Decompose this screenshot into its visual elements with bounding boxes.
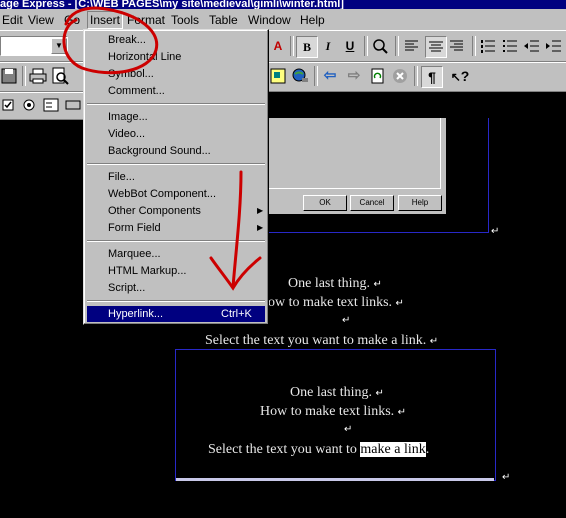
menu-item-html-markup[interactable]: HTML Markup... xyxy=(87,263,265,279)
return-mark: ↵ xyxy=(375,388,384,399)
toolbar-separator xyxy=(414,66,418,86)
decrease-indent-icon[interactable] xyxy=(522,36,542,56)
menu-item-script[interactable]: Script... xyxy=(87,280,265,296)
style-dropdown[interactable]: ▼ xyxy=(0,36,68,56)
submenu-arrow-icon: ▶ xyxy=(257,206,264,215)
menu-separator xyxy=(87,163,265,165)
menu-item-background-sound[interactable]: Background Sound... xyxy=(87,143,265,159)
bold-button[interactable]: B xyxy=(296,36,318,58)
save-icon[interactable] xyxy=(0,66,20,86)
menu-insert[interactable]: Insert xyxy=(87,11,124,29)
page-text-line[interactable]: One last thing. ↵ xyxy=(288,276,382,292)
toolbar-separator xyxy=(395,36,399,56)
checkbox-icon[interactable] xyxy=(0,95,20,115)
menu-format[interactable]: Format xyxy=(125,12,167,28)
menu-item-break[interactable]: Break... xyxy=(87,32,265,48)
page-image-frame xyxy=(266,118,489,233)
web-link-icon[interactable] xyxy=(290,66,310,86)
toolbar-separator xyxy=(364,36,368,56)
menu-item-hyperlink[interactable]: Hyperlink... Ctrl+K xyxy=(87,306,265,322)
horizontal-line xyxy=(176,478,494,481)
menu-edit[interactable]: Edit xyxy=(0,12,25,28)
print-icon[interactable] xyxy=(28,66,48,86)
toolbar-separator xyxy=(290,36,294,56)
stop-icon[interactable] xyxy=(390,66,410,86)
help-question-mark: ? xyxy=(460,68,470,84)
font-color-icon[interactable]: A xyxy=(268,36,288,56)
menu-item-marquee[interactable]: Marquee... xyxy=(87,246,265,262)
return-mark: ↵ xyxy=(344,424,353,435)
page-text-line[interactable]: ow to make text links. ↵ xyxy=(268,295,404,311)
chevron-down-icon[interactable]: ▼ xyxy=(51,38,67,54)
align-right-icon[interactable] xyxy=(447,36,467,56)
increase-indent-icon[interactable] xyxy=(544,36,564,56)
bulleted-list-icon[interactable] xyxy=(500,36,520,56)
toolbar-separator xyxy=(22,66,26,86)
return-mark: ↵ xyxy=(491,226,500,237)
return-mark: ↵ xyxy=(429,336,439,347)
print-preview-icon[interactable] xyxy=(50,66,70,86)
insert-image-icon[interactable] xyxy=(268,66,288,86)
menu-item-comment[interactable]: Comment... xyxy=(87,83,265,99)
selected-text[interactable]: make a link xyxy=(360,442,426,457)
hyperlink-shortcut: Ctrl+K xyxy=(221,308,252,320)
menu-separator xyxy=(87,300,265,302)
toolbar-separator xyxy=(472,36,476,56)
return-mark: ↵ xyxy=(342,315,351,326)
numbered-list-icon[interactable] xyxy=(478,36,498,56)
italic-button[interactable]: I xyxy=(318,36,338,56)
menu-table[interactable]: Table xyxy=(207,12,240,28)
return-mark: ↵ xyxy=(373,279,382,290)
menu-separator xyxy=(87,103,265,105)
page-text-line[interactable]: Select the text you want to make a link. xyxy=(208,442,429,458)
page-text-line[interactable]: One last thing. ↵ xyxy=(290,385,384,401)
menu-view[interactable]: View xyxy=(26,12,56,28)
submenu-arrow-icon: ▶ xyxy=(257,223,264,232)
menu-item-webbot-component[interactable]: WebBot Component... xyxy=(87,186,265,202)
align-center-icon[interactable] xyxy=(425,36,447,58)
show-formatting-marks-button[interactable]: ¶ xyxy=(421,66,443,88)
page-text-line[interactable]: How to make text links. ↵ xyxy=(260,404,406,420)
toolbar-separator xyxy=(314,66,318,86)
page-text-line[interactable]: Select the text you want to make a link.… xyxy=(205,333,438,349)
menu-item-form-field[interactable]: Form Field ▶ xyxy=(87,220,265,236)
menu-item-file[interactable]: File... xyxy=(87,169,265,185)
menu-bar: Edit View Go Insert Format Tools Table W… xyxy=(0,9,566,30)
text-box-icon[interactable] xyxy=(42,95,62,115)
radio-button-icon[interactable] xyxy=(20,95,40,115)
push-button-icon[interactable] xyxy=(64,95,84,115)
highlight-icon[interactable] xyxy=(370,36,390,56)
insert-menu: Break... Horizontal Line Symbol... Comme… xyxy=(83,29,269,325)
menu-item-horizontal-line[interactable]: Horizontal Line xyxy=(87,49,265,65)
menu-item-symbol[interactable]: Symbol... xyxy=(87,66,265,82)
menu-item-video[interactable]: Video... xyxy=(87,126,265,142)
menu-window[interactable]: Window xyxy=(246,12,293,28)
return-mark: ↵ xyxy=(395,298,404,309)
menu-separator xyxy=(87,240,265,242)
back-arrow-icon[interactable]: ⇦ xyxy=(320,66,340,86)
help-pointer-icon[interactable]: ↖? xyxy=(450,66,470,86)
align-left-icon[interactable] xyxy=(402,36,422,56)
menu-help[interactable]: Help xyxy=(298,12,327,28)
menu-item-other-components[interactable]: Other Components ▶ xyxy=(87,203,265,219)
menu-go[interactable]: Go xyxy=(62,12,82,28)
menu-tools[interactable]: Tools xyxy=(169,12,201,28)
forward-arrow-icon[interactable]: ⇨ xyxy=(344,66,364,86)
title-bar: age Express - [C:\WEB PAGES\my site\medi… xyxy=(0,0,566,9)
return-mark: ↵ xyxy=(397,407,407,418)
underline-button[interactable]: U xyxy=(340,36,360,56)
refresh-icon[interactable] xyxy=(368,66,388,86)
return-mark: ↵ xyxy=(502,472,511,483)
menu-item-image[interactable]: Image... xyxy=(87,109,265,125)
